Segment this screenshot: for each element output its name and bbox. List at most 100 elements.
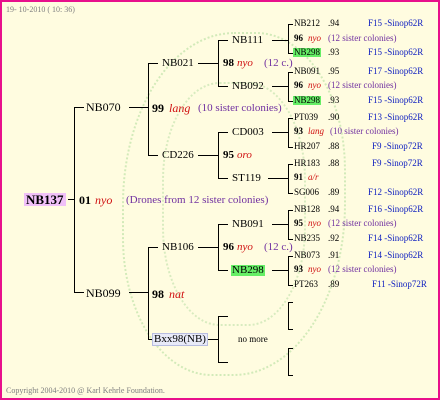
gen1-mother-note: (10 sister colonies) — [198, 102, 282, 114]
connector — [288, 210, 293, 211]
connector — [288, 256, 293, 257]
gen1-mother: NB070 — [86, 100, 121, 114]
connector — [288, 375, 293, 376]
connector — [288, 329, 293, 330]
gen2-nb021-number: 98 — [223, 57, 234, 69]
gen3-nb091: NB091 — [232, 218, 264, 230]
gen4-value: .95 — [328, 66, 340, 76]
gen4-queen-number: 93 — [294, 264, 303, 274]
gen4-name: SG006 — [294, 187, 320, 197]
connector — [288, 302, 293, 303]
gen2-nb021: NB021 — [162, 57, 194, 69]
connector — [288, 72, 289, 102]
gen4-queen-number: 96 — [294, 33, 303, 43]
connector — [288, 193, 293, 194]
connector — [288, 24, 293, 25]
connector — [288, 348, 293, 349]
gen2-nb021-code: nyo — [237, 57, 253, 69]
gen4-pedigree: F15 -Sinop62R — [368, 18, 424, 28]
gen1-father-code: nat — [169, 287, 185, 301]
connector — [268, 178, 289, 179]
gen2-bxx98: Bxx98(NB) — [152, 333, 208, 346]
gen2-nb106-number: 96 — [223, 241, 234, 253]
connector — [288, 118, 289, 148]
gen2-cd226: CD226 — [162, 149, 194, 161]
connector — [288, 302, 289, 330]
connector — [218, 270, 228, 271]
gen4-pedigree: F15 -Sinop62R — [368, 47, 424, 57]
gen4-value: .92 — [328, 233, 340, 243]
connector — [198, 247, 219, 248]
gen4-name: NB091 — [294, 66, 321, 76]
connector — [272, 132, 289, 133]
connector — [208, 339, 219, 340]
gen4-name: PT263 — [294, 279, 319, 289]
gen1-mother-number: 99 — [152, 101, 164, 115]
gen4-name: NB235 — [294, 233, 321, 243]
connector — [198, 155, 219, 156]
gen4-pedigree: F14 -Sinop62R — [368, 233, 424, 243]
connector — [218, 316, 228, 317]
connector — [288, 24, 289, 54]
connector — [74, 107, 84, 108]
gen4-note: (12 sister colonies) — [328, 80, 397, 90]
connector — [68, 199, 75, 200]
connector — [148, 63, 158, 64]
gen4-pedigree: F15 -Sinop62R — [368, 95, 424, 105]
connector — [288, 72, 293, 73]
copyright: Copyright 2004-2010 @ Karl Kehrle Founda… — [6, 386, 165, 395]
gen2-nb106: NB106 — [162, 241, 194, 253]
gen3-st119: ST119 — [232, 172, 261, 184]
connector — [288, 164, 289, 194]
gen2-cd226-number: 95 — [223, 149, 234, 161]
gen4-pedigree: F12 -Sinop62R — [368, 187, 424, 197]
gen2-nb021-note: (12 c.) — [264, 57, 293, 69]
gen4-code: nyo — [308, 80, 321, 90]
gen4-value: .94 — [328, 204, 340, 214]
gen4-note: (12 sister colonies) — [328, 33, 397, 43]
gen1-mother-code: lang — [169, 101, 191, 115]
connector — [148, 155, 158, 156]
gen4-value: .94 — [328, 18, 340, 28]
connector — [288, 147, 293, 148]
root-queen-number: 01 — [79, 193, 91, 207]
connector — [129, 292, 149, 293]
gen4-queen-number: 91 — [294, 172, 303, 182]
connector — [198, 63, 219, 64]
connector — [148, 247, 158, 248]
gen3-nb092: NB092 — [232, 80, 264, 92]
connector — [218, 132, 228, 133]
gen2-bxx98-note: no more — [238, 334, 268, 344]
connector — [272, 270, 289, 271]
connector — [272, 40, 289, 41]
connector — [218, 86, 228, 87]
gen4-queen-number: 95 — [294, 218, 303, 228]
gen4-name: NB298 — [293, 95, 322, 105]
connector — [272, 224, 289, 225]
gen4-code: a/r — [308, 172, 319, 182]
gen4-pedigree: F17 -Sinop62R — [368, 66, 424, 76]
gen4-queen-number: 96 — [294, 80, 303, 90]
connector — [288, 256, 289, 286]
gen4-code: lang — [308, 126, 325, 136]
connector — [288, 210, 289, 240]
connector — [74, 292, 84, 293]
root-queen-name: NB137 — [24, 192, 66, 207]
gen4-pedigree: F9 -Sinop72R — [372, 141, 423, 151]
gen4-value: .91 — [328, 250, 340, 260]
gen4-value: .89 — [328, 187, 340, 197]
pedigree-panel: 19- 10-2010 ( 10: 36) Copyright 2004-201… — [0, 0, 440, 400]
root-code: nyo — [95, 193, 113, 207]
connector — [74, 107, 75, 293]
gen4-name: HR183 — [294, 158, 321, 168]
gen4-note: (10 sister colonies) — [330, 126, 399, 136]
gen3-nb111: NB111 — [232, 34, 263, 46]
gen2-nb106-code: nyo — [237, 241, 253, 253]
gen4-pedigree: F13 -Sinop62R — [368, 112, 424, 122]
gen4-code: nyo — [308, 33, 321, 43]
connector — [218, 40, 228, 41]
root-note: (Drones from 12 sister colonies) — [126, 194, 269, 206]
timestamp: 19- 10-2010 ( 10: 36) — [6, 5, 75, 14]
connector — [218, 178, 228, 179]
connector — [288, 348, 289, 376]
